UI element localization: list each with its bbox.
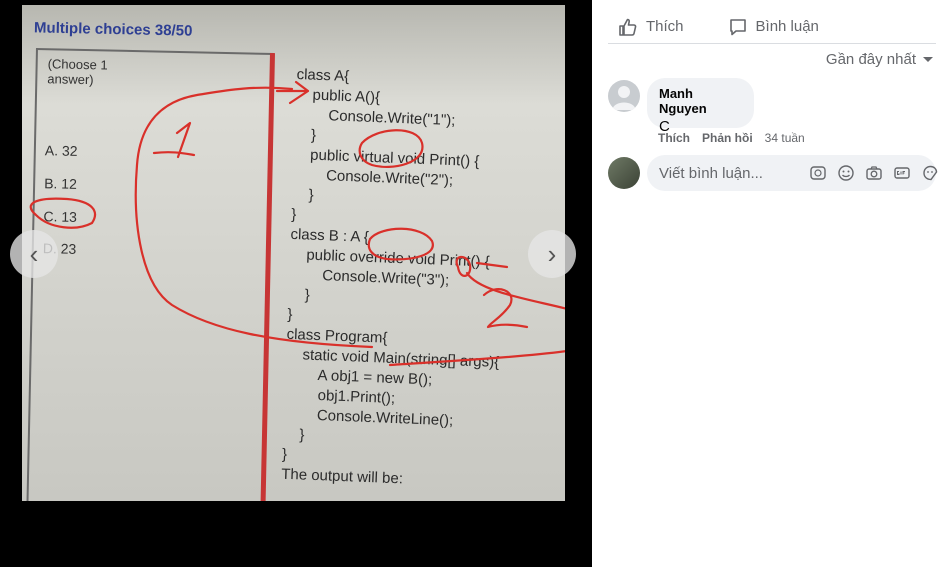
chevron-left-icon: ‹ bbox=[29, 238, 39, 269]
composer-tools bbox=[809, 164, 939, 182]
like-label: Thích bbox=[646, 18, 684, 35]
caret-down-icon bbox=[923, 56, 933, 62]
comment-reply-link[interactable]: Phản hồi bbox=[702, 131, 753, 145]
post-actions: Thích Bình luận bbox=[608, 10, 936, 44]
avatar[interactable] bbox=[608, 80, 640, 112]
comment-sidebar: Thích Bình luận Gần đây nhất Manh Nguyen… bbox=[592, 0, 942, 567]
next-photo-button[interactable]: › bbox=[528, 230, 576, 278]
comment-composer bbox=[608, 155, 939, 191]
comment-icon bbox=[729, 18, 746, 35]
code-block: class A{ public A(){ Console.Write("1");… bbox=[281, 65, 510, 493]
avatar-sticker-icon[interactable] bbox=[809, 164, 827, 182]
comment-like-link[interactable]: Thích bbox=[658, 131, 690, 145]
thumbs-up-icon bbox=[619, 18, 637, 36]
answer-panel: (Choose 1 answer) A. 32 B. 12 C. 13 D. 2… bbox=[26, 48, 274, 501]
my-avatar[interactable] bbox=[608, 157, 640, 189]
sticker-icon[interactable] bbox=[921, 164, 939, 182]
previous-photo-button[interactable]: ‹ bbox=[10, 230, 58, 278]
post-photo: Multiple choices 38/50 (Choose 1 answer)… bbox=[22, 5, 565, 501]
comment-label: Bình luận bbox=[755, 18, 819, 35]
photo-viewer: Multiple choices 38/50 (Choose 1 answer)… bbox=[0, 0, 592, 567]
comment-timestamp[interactable]: 34 tuần bbox=[765, 131, 805, 145]
comment-author[interactable]: Manh Nguyen bbox=[659, 86, 742, 116]
sort-dropdown[interactable]: Gần đây nhất bbox=[826, 51, 934, 68]
question-header: Multiple choices 38/50 bbox=[33, 19, 193, 40]
comment-input-box[interactable] bbox=[647, 155, 939, 191]
option-a: A. 32 bbox=[44, 142, 78, 159]
sort-label: Gần đây nhất bbox=[825, 51, 916, 68]
chevron-right-icon: › bbox=[547, 238, 557, 269]
comment-bubble: Manh Nguyen C bbox=[647, 78, 754, 135]
choose-instruction: (Choose 1 answer) bbox=[47, 56, 108, 88]
like-button[interactable]: Thích bbox=[608, 10, 694, 43]
comment-input[interactable] bbox=[659, 164, 799, 182]
comment-meta: Thích Phản hồi 34 tuần bbox=[658, 131, 805, 145]
default-user-icon bbox=[612, 86, 636, 110]
gif-icon[interactable] bbox=[893, 164, 911, 182]
camera-icon[interactable] bbox=[865, 164, 883, 182]
comment-button[interactable]: Bình luận bbox=[718, 10, 829, 43]
option-b: B. 12 bbox=[44, 175, 78, 192]
emoji-icon[interactable] bbox=[837, 164, 855, 182]
option-c: C. 13 bbox=[43, 208, 78, 225]
